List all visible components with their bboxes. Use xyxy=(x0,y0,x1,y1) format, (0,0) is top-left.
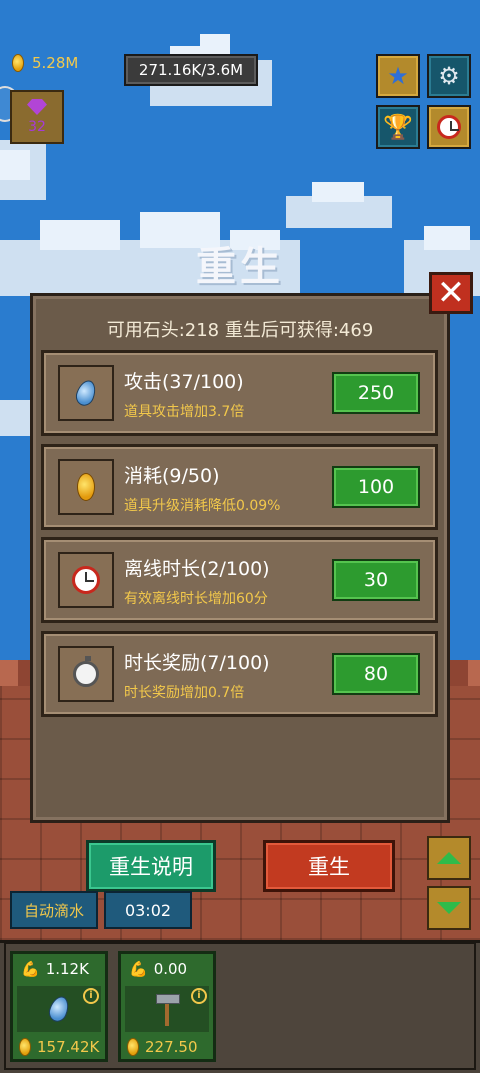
cloud xyxy=(286,182,392,228)
upgrade-name: 离线时长(2/100) xyxy=(124,558,270,580)
upgrade-icon-box xyxy=(58,552,114,608)
gem-icon xyxy=(27,99,47,115)
coin-amount: 5.28M xyxy=(32,54,79,72)
coin-icon xyxy=(19,1038,31,1056)
page-title: 重生 xyxy=(196,244,284,290)
info-icon[interactable]: i xyxy=(191,988,207,1004)
scroll-down-button[interactable] xyxy=(427,886,471,930)
item-power: 0.00 xyxy=(153,960,188,978)
upgrade-card-reward: 时长奖励(7/100) 时长奖励增加0.7倍 80 xyxy=(41,631,438,717)
gold-coin-icon xyxy=(77,473,95,501)
coin-icon xyxy=(12,54,24,72)
cloud xyxy=(0,140,46,200)
clock-button[interactable] xyxy=(427,105,471,149)
upgrade-desc: 道具升级消耗降低0.09% xyxy=(124,498,281,514)
upgrade-name: 消耗(9/50) xyxy=(124,465,220,487)
scroll-up-button[interactable] xyxy=(427,836,471,880)
gem-counter[interactable]: 32 xyxy=(10,90,64,144)
water-drop-icon xyxy=(46,993,72,1025)
settings-button[interactable]: ⚙ xyxy=(427,54,471,98)
progress-display: 271.16K/3.6M xyxy=(124,54,258,86)
coin-icon xyxy=(127,1038,139,1056)
upgrade-name: 时长奖励(7/100) xyxy=(124,652,270,674)
auto-drip-button[interactable]: 自动滴水 xyxy=(10,891,98,929)
rebirth-explain-button[interactable]: 重生说明 xyxy=(86,840,216,892)
upgrade-card-cost: 消耗(9/50) 道具升级消耗降低0.09% 100 xyxy=(41,444,438,530)
upgrade-desc: 时长奖励增加0.7倍 xyxy=(124,685,245,701)
settings-gear-icon: ⚙ xyxy=(438,62,460,90)
upgrade-desc: 有效离线时长增加60分 xyxy=(124,591,268,607)
upgrade-card-offline: 离线时长(2/100) 有效离线时长增加60分 30 xyxy=(41,537,438,623)
item-power: 1.12K xyxy=(45,960,89,978)
arrow-up-icon xyxy=(437,852,461,864)
power-icon: 💪 xyxy=(21,960,40,978)
arrow-down-icon xyxy=(437,902,461,914)
star-button[interactable]: ★ xyxy=(376,54,420,98)
upgrade-icon-box xyxy=(58,365,114,421)
upgrade-desc: 道具攻击增加3.7倍 xyxy=(124,404,245,420)
close-icon: ✕ xyxy=(436,273,466,313)
trophy-icon: 🏆 xyxy=(383,113,413,141)
stopwatch-icon xyxy=(73,656,99,687)
power-icon: 💪 xyxy=(129,960,148,978)
clock-icon xyxy=(437,115,461,139)
upgrade-buy-button[interactable]: 80 xyxy=(332,653,420,695)
gem-amount: 32 xyxy=(28,119,46,135)
upgrade-name: 攻击(37/100) xyxy=(124,371,244,393)
info-icon[interactable]: i xyxy=(83,988,99,1004)
upgrade-buy-button[interactable]: 100 xyxy=(332,466,420,508)
upgrade-buy-button[interactable]: 30 xyxy=(332,559,420,601)
trophy-button[interactable]: 🏆 xyxy=(376,105,420,149)
timer-display: 03:02 xyxy=(104,891,192,929)
upgrade-buy-button[interactable]: 250 xyxy=(332,372,420,414)
rebirth-button[interactable]: 重生 xyxy=(263,840,395,892)
coin-counter: 5.28M xyxy=(12,54,78,72)
upgrade-icon-box xyxy=(58,459,114,515)
upgrade-icon-box xyxy=(58,646,114,702)
item-cost: 157.42K xyxy=(37,1038,100,1056)
upgrade-card-attack: 攻击(37/100) 道具攻击增加3.7倍 250 xyxy=(41,350,438,436)
item-slot-drop[interactable]: 💪 1.12K i 157.42K xyxy=(10,951,108,1062)
stones-info: 可用石头:218 重生后可获得:469 xyxy=(106,320,374,341)
close-button[interactable]: ✕ xyxy=(429,272,473,314)
item-cost: 227.50 xyxy=(145,1038,198,1056)
hammer-icon xyxy=(154,992,180,1026)
water-drop-icon xyxy=(73,377,99,409)
star-icon: ★ xyxy=(387,62,409,90)
item-slot-hammer[interactable]: 💪 0.00 i 227.50 xyxy=(118,951,216,1062)
cloud xyxy=(0,400,30,436)
alarm-clock-icon xyxy=(72,566,100,594)
